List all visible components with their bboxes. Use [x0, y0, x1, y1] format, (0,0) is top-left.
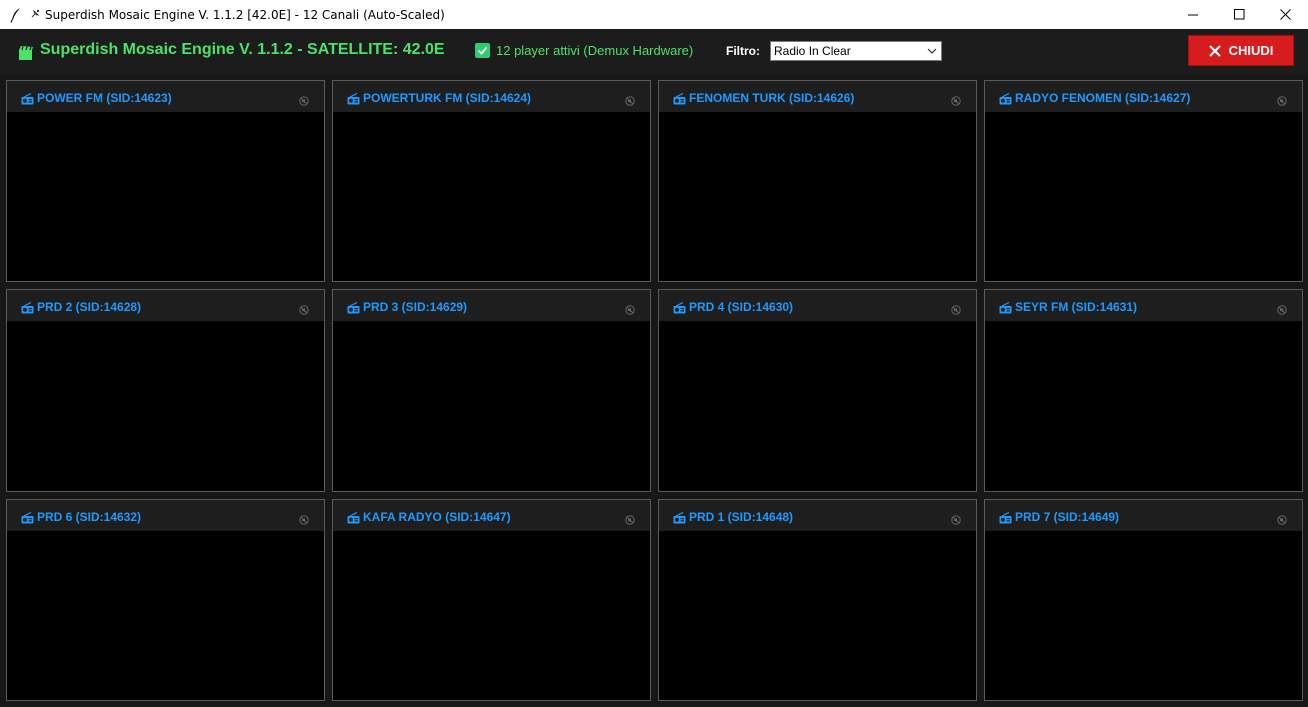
video-area[interactable] — [7, 112, 324, 281]
filter-label: Filtro: — [726, 44, 760, 58]
mute-icon[interactable] — [299, 96, 309, 106]
channel-name: SEYR FM (SID:14631) — [1015, 300, 1138, 314]
mute-icon[interactable] — [1277, 515, 1287, 525]
mute-icon[interactable] — [1277, 96, 1287, 106]
channel-tile[interactable]: PRD 3 (SID:14629) — [332, 289, 651, 492]
window-title: Superdish Mosaic Engine V. 1.1.2 [42.0E]… — [45, 7, 445, 22]
channel-name: PRD 1 (SID:14648) — [689, 510, 794, 524]
x-icon — [1208, 44, 1221, 57]
channel-name: PRD 4 (SID:14630) — [689, 300, 794, 314]
channel-name: RADYO FENOMEN (SID:14627) — [1015, 91, 1191, 105]
radio-icon — [21, 93, 34, 105]
film-icon — [18, 45, 34, 61]
channel-tile[interactable]: POWERTURK FM (SID:14624) — [332, 80, 651, 282]
video-area[interactable] — [985, 321, 1302, 491]
channel-name: FENOMEN TURK (SID:14626) — [689, 91, 855, 105]
channel-name: KAFA RADYO (SID:14647) — [363, 510, 511, 524]
mute-icon[interactable] — [951, 515, 961, 525]
video-area[interactable] — [333, 112, 650, 281]
video-area[interactable] — [7, 321, 324, 491]
channel-tile-header: POWER FM (SID:14623) — [7, 81, 324, 112]
channel-tile[interactable]: PRD 2 (SID:14628) — [6, 289, 325, 492]
app-header: Superdish Mosaic Engine V. 1.1.2 - SATEL… — [0, 29, 1308, 74]
video-area[interactable] — [7, 531, 324, 700]
channel-tile-header: PRD 7 (SID:14649) — [985, 500, 1302, 531]
channel-tile-header: SEYR FM (SID:14631) — [985, 290, 1302, 321]
video-area[interactable] — [659, 321, 976, 491]
filter-dropdown[interactable]: Radio In Clear — [770, 41, 942, 61]
channel-name: PRD 3 (SID:14629) — [363, 300, 468, 314]
video-area[interactable] — [333, 321, 650, 491]
radio-icon — [999, 302, 1012, 314]
channel-tile[interactable]: PRD 1 (SID:14648) — [658, 499, 977, 701]
mute-icon[interactable] — [951, 305, 961, 315]
player-status-text: 12 player attivi (Demux Hardware) — [496, 43, 694, 58]
channel-tile-header: FENOMEN TURK (SID:14626) — [659, 81, 976, 112]
channel-tile-header: KAFA RADYO (SID:14647) — [333, 500, 650, 531]
satellite-icon — [30, 8, 41, 22]
radio-icon — [347, 512, 360, 524]
video-area[interactable] — [659, 112, 976, 281]
radio-icon — [673, 93, 686, 105]
video-area[interactable] — [985, 112, 1302, 281]
radio-icon — [673, 512, 686, 524]
channel-name: PRD 6 (SID:14632) — [37, 510, 142, 524]
check-icon — [475, 43, 490, 58]
channel-tile-header: PRD 6 (SID:14632) — [7, 500, 324, 531]
channel-tile-header: PRD 4 (SID:14630) — [659, 290, 976, 321]
minimize-icon — [1187, 14, 1198, 16]
channel-tile[interactable]: KAFA RADYO (SID:14647) — [332, 499, 651, 701]
window-titlebar[interactable]: Superdish Mosaic Engine V. 1.1.2 [42.0E]… — [0, 0, 1308, 29]
channel-tile[interactable]: SEYR FM (SID:14631) — [984, 289, 1303, 492]
channel-tile[interactable]: RADYO FENOMEN (SID:14627) — [984, 80, 1303, 282]
mute-icon[interactable] — [299, 305, 309, 315]
feather-icon — [9, 7, 23, 23]
video-area[interactable] — [659, 531, 976, 700]
channel-tile-header: PRD 3 (SID:14629) — [333, 290, 650, 321]
minimize-button[interactable] — [1170, 0, 1216, 29]
radio-icon — [21, 512, 34, 524]
radio-icon — [999, 93, 1012, 105]
close-icon — [1279, 9, 1291, 20]
window-controls — [1170, 0, 1308, 29]
video-area[interactable] — [985, 531, 1302, 700]
channel-tile[interactable]: PRD 6 (SID:14632) — [6, 499, 325, 701]
mute-icon[interactable] — [625, 96, 635, 106]
channel-tile[interactable]: FENOMEN TURK (SID:14626) — [658, 80, 977, 282]
video-area[interactable] — [333, 531, 650, 700]
channel-tile-header: PRD 2 (SID:14628) — [7, 290, 324, 321]
channel-tile-header: RADYO FENOMEN (SID:14627) — [985, 81, 1302, 112]
chevron-down-icon — [927, 48, 937, 54]
mute-icon[interactable] — [625, 515, 635, 525]
window-close-button[interactable] — [1262, 0, 1308, 29]
channel-tile-header: POWERTURK FM (SID:14624) — [333, 81, 650, 112]
channel-name: POWER FM (SID:14623) — [37, 91, 172, 105]
maximize-button[interactable] — [1216, 0, 1262, 29]
maximize-icon — [1233, 9, 1244, 20]
mute-icon[interactable] — [951, 96, 961, 106]
radio-icon — [673, 302, 686, 314]
channel-tile[interactable]: PRD 4 (SID:14630) — [658, 289, 977, 492]
radio-icon — [999, 512, 1012, 524]
chiudi-label: CHIUDI — [1228, 43, 1274, 58]
mute-icon[interactable] — [1277, 305, 1287, 315]
chiudi-button[interactable]: CHIUDI — [1188, 35, 1294, 66]
mute-icon[interactable] — [625, 305, 635, 315]
channel-name: PRD 7 (SID:14649) — [1015, 510, 1120, 524]
mute-icon[interactable] — [299, 515, 309, 525]
channel-tile[interactable]: POWER FM (SID:14623) — [6, 80, 325, 282]
radio-icon — [347, 302, 360, 314]
channel-tile[interactable]: PRD 7 (SID:14649) — [984, 499, 1303, 701]
channel-name: PRD 2 (SID:14628) — [37, 300, 142, 314]
page-title: Superdish Mosaic Engine V. 1.1.2 - SATEL… — [40, 41, 445, 58]
channel-name: POWERTURK FM (SID:14624) — [363, 91, 532, 105]
channel-grid: POWER FM (SID:14623) POWERTURK FM (SID:1… — [6, 80, 1306, 701]
radio-icon — [21, 302, 34, 314]
filter-selected-value: Radio In Clear — [774, 44, 851, 58]
channel-tile-header: PRD 1 (SID:14648) — [659, 500, 976, 531]
radio-icon — [347, 93, 360, 105]
